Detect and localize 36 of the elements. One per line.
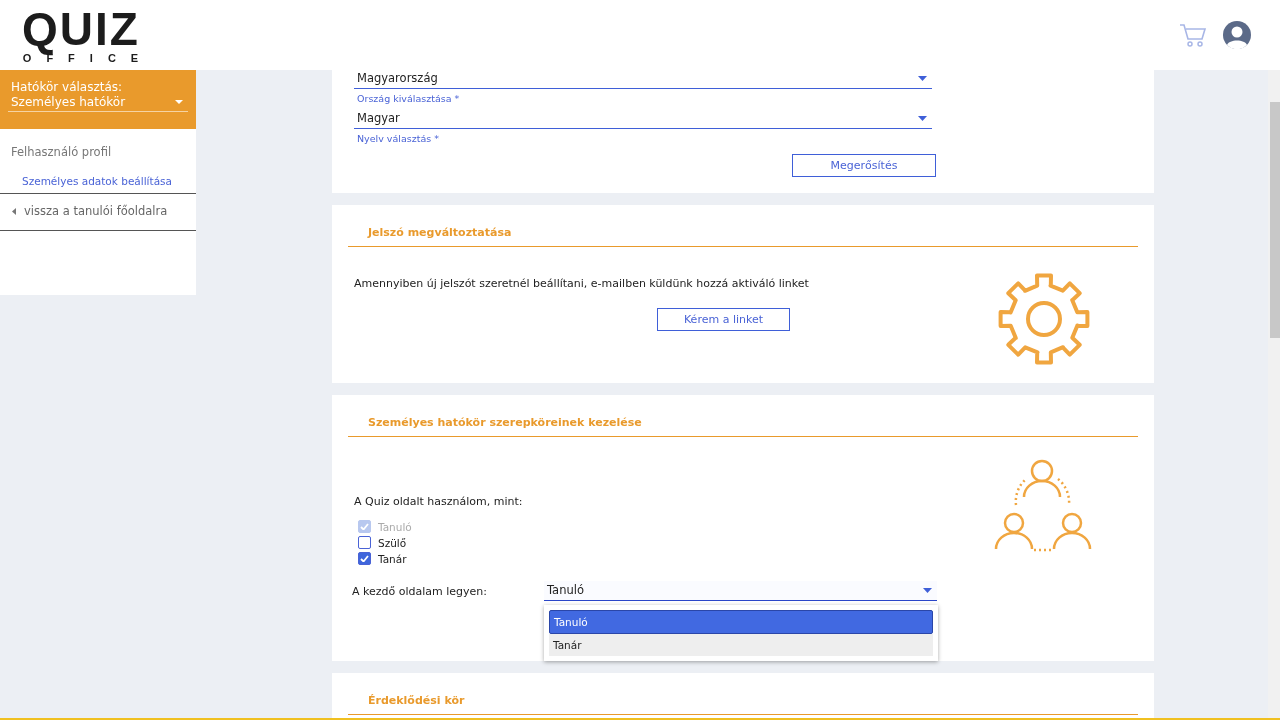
info-text: Amennyiben új jelszót szeretnél beállítani, e-mailben küldünk hozzá aktiváló linket (354, 277, 810, 290)
intro-text: A Quiz oldalt használom, mint: (354, 494, 524, 508)
caret-icon (918, 75, 927, 81)
checkbox-label: Tanuló (378, 520, 412, 533)
scrollbar[interactable] (1268, 70, 1280, 718)
checkbox[interactable] (358, 552, 371, 565)
dropdown-option[interactable]: Tanár (549, 634, 933, 656)
select-field[interactable]: Tanuló (544, 581, 937, 601)
field-label: Nyelv választás * (356, 132, 440, 144)
request-link-button[interactable]: Kérem a linket (657, 308, 790, 331)
people-circle-icon (994, 459, 1092, 552)
field-label: A kezdő oldalam legyen: (352, 584, 489, 598)
section-title: Személyes hatókör szerepköreinek kezelése (348, 395, 1138, 437)
scrollbar-thumb[interactable] (1270, 102, 1280, 338)
field-label: Ország kiválasztása * (356, 92, 461, 104)
section-title: Érdeklődési kör (348, 673, 1138, 715)
caret-icon (923, 587, 932, 593)
check-icon (360, 555, 369, 562)
avatar-icon[interactable] (1223, 21, 1251, 49)
gear-icon (998, 273, 1090, 365)
caret-icon (918, 115, 927, 121)
caret-icon (175, 100, 183, 104)
dropdown-option[interactable]: Tanuló (549, 610, 933, 634)
confirm-button[interactable]: Megerősítés (792, 154, 936, 177)
logo: QUIZ OFFICE (21, 6, 150, 64)
select-field[interactable]: Magyar (354, 110, 932, 129)
sidebar-item[interactable]: Felhasználó profil (0, 129, 196, 167)
checkbox-label: Tanár (378, 552, 407, 565)
checkbox[interactable] (358, 536, 371, 549)
section-title: Jelszó megváltoztatása (348, 205, 1138, 247)
scope-label: Hatókör választás: (10, 80, 124, 94)
select-field[interactable]: Magyarország (354, 70, 932, 89)
sidebar-item[interactable]: Személyes adatok beállítása (0, 167, 196, 194)
sidebar-item[interactable]: vissza a tanulói főoldalra (0, 194, 196, 231)
checkbox-label: Szülő (378, 536, 407, 549)
back-arrow-icon (12, 207, 16, 215)
